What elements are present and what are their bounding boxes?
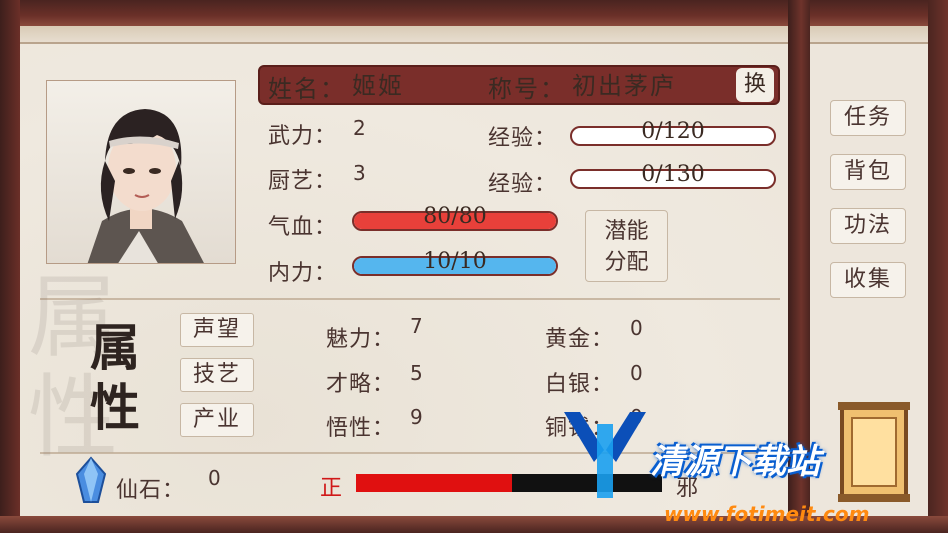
alignment-good-fill xyxy=(356,474,513,492)
potential-line2: 分配 xyxy=(604,250,649,275)
cooking-exp-bar: 0/130 xyxy=(570,162,776,189)
title-label: 称号： xyxy=(488,75,566,103)
swap-title-button[interactable]: 换 xyxy=(736,68,774,102)
insight-label: 悟性： xyxy=(326,416,396,441)
title-value: 初出茅庐 xyxy=(572,72,676,100)
cooking-value: 3 xyxy=(353,161,366,185)
frame-right xyxy=(928,0,948,533)
section-divider xyxy=(40,298,780,300)
insight-value: 9 xyxy=(410,405,423,429)
attributes-title-char1: 属 xyxy=(90,318,140,377)
tab-craft[interactable]: 技艺 xyxy=(180,358,254,392)
side-menu-inventory[interactable]: 背包 xyxy=(830,154,906,190)
attributes-title-char2: 性 xyxy=(90,378,140,437)
spirit-stone-label: 仙石： xyxy=(116,478,186,503)
martial-exp-text: 0/120 xyxy=(641,119,705,144)
attributes-title: 属 性 xyxy=(85,318,145,438)
alignment-good-label: 正 xyxy=(320,476,344,501)
name-label: 姓名： xyxy=(268,75,346,103)
martial-exp-label: 经验： xyxy=(488,126,558,151)
tab-reputation[interactable]: 声望 xyxy=(180,313,254,347)
lantern-icon xyxy=(838,402,910,502)
mp-bar: 10/10 xyxy=(352,249,558,276)
tab-industry[interactable]: 产业 xyxy=(180,403,254,437)
hp-bar: 80/80 xyxy=(352,204,558,231)
watermark-logo-icon xyxy=(560,410,650,504)
talent-value: 5 xyxy=(410,361,423,385)
martial-label: 武力： xyxy=(268,124,338,149)
watermark-url: www.fotimeit.com xyxy=(664,502,870,526)
side-menu-techniques[interactable]: 功法 xyxy=(830,208,906,244)
silver-value: 0 xyxy=(630,361,643,385)
martial-value: 2 xyxy=(353,116,366,140)
charm-label: 魅力： xyxy=(326,327,396,352)
gold-label: 黄金： xyxy=(545,327,615,352)
frame-left xyxy=(0,0,20,533)
side-menu-quests[interactable]: 任务 xyxy=(830,100,906,136)
cooking-exp-text: 0/130 xyxy=(641,162,705,187)
name-value: 姬姬 xyxy=(352,72,404,100)
potential-allocate-button[interactable]: 潜能 分配 xyxy=(585,210,668,282)
side-menu-collection[interactable]: 收集 xyxy=(830,262,906,298)
spirit-stone-value: 0 xyxy=(208,466,221,490)
mp-text: 10/10 xyxy=(423,249,487,274)
spirit-stone-icon xyxy=(74,456,108,508)
character-portrait xyxy=(46,80,236,264)
mp-label: 内力： xyxy=(268,261,338,286)
talent-label: 才略： xyxy=(326,372,396,397)
silver-label: 白银： xyxy=(545,372,615,397)
cooking-label: 厨艺： xyxy=(268,169,338,194)
martial-exp-bar: 0/120 xyxy=(570,119,776,146)
gold-value: 0 xyxy=(630,316,643,340)
hp-text: 80/80 xyxy=(423,204,487,229)
potential-line1: 潜能 xyxy=(604,219,649,244)
hp-label: 气血： xyxy=(268,215,338,240)
watermark-text: 清源下载站 xyxy=(650,442,820,482)
charm-value: 7 xyxy=(410,314,423,338)
cooking-exp-label: 经验： xyxy=(488,172,558,197)
